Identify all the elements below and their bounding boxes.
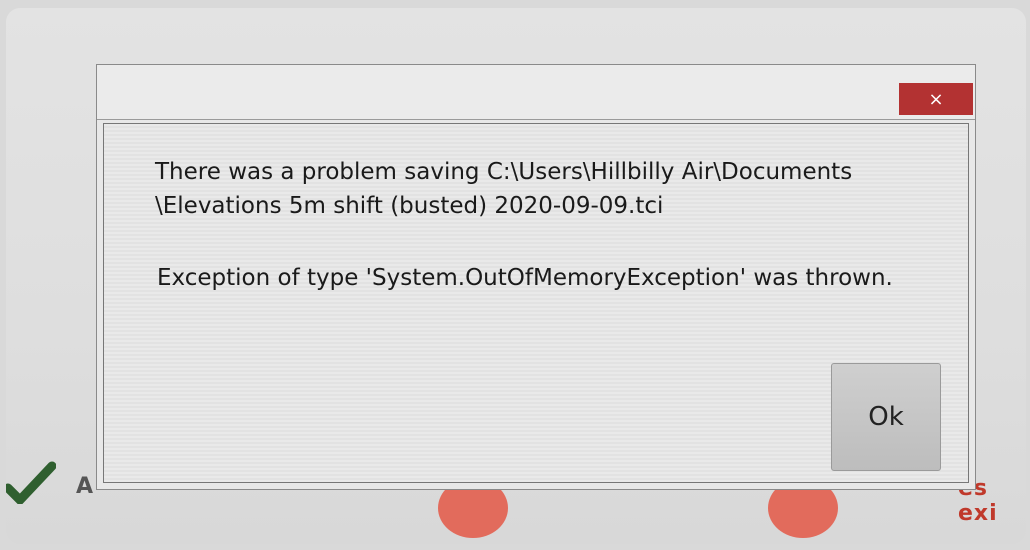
exception-message: Exception of type 'System.OutOfMemoryExc… — [157, 265, 893, 291]
ok-button-label: Ok — [868, 402, 904, 432]
background-label-partial: A — [76, 474, 94, 499]
ok-button[interactable]: Ok — [831, 363, 941, 471]
error-message-line: \Elevations 5m shift (busted) 2020-09-09… — [155, 193, 664, 219]
close-icon: × — [928, 88, 944, 110]
error-message-line: There was a problem saving C:\Users\Hill… — [155, 159, 853, 185]
close-button[interactable]: × — [899, 83, 973, 115]
dialog-titlebar: × — [97, 65, 975, 120]
error-dialog: × There was a problem saving C:\Users\Hi… — [96, 64, 976, 490]
checkmark-icon — [6, 461, 56, 504]
error-message: There was a problem saving C:\Users\Hill… — [155, 155, 935, 223]
